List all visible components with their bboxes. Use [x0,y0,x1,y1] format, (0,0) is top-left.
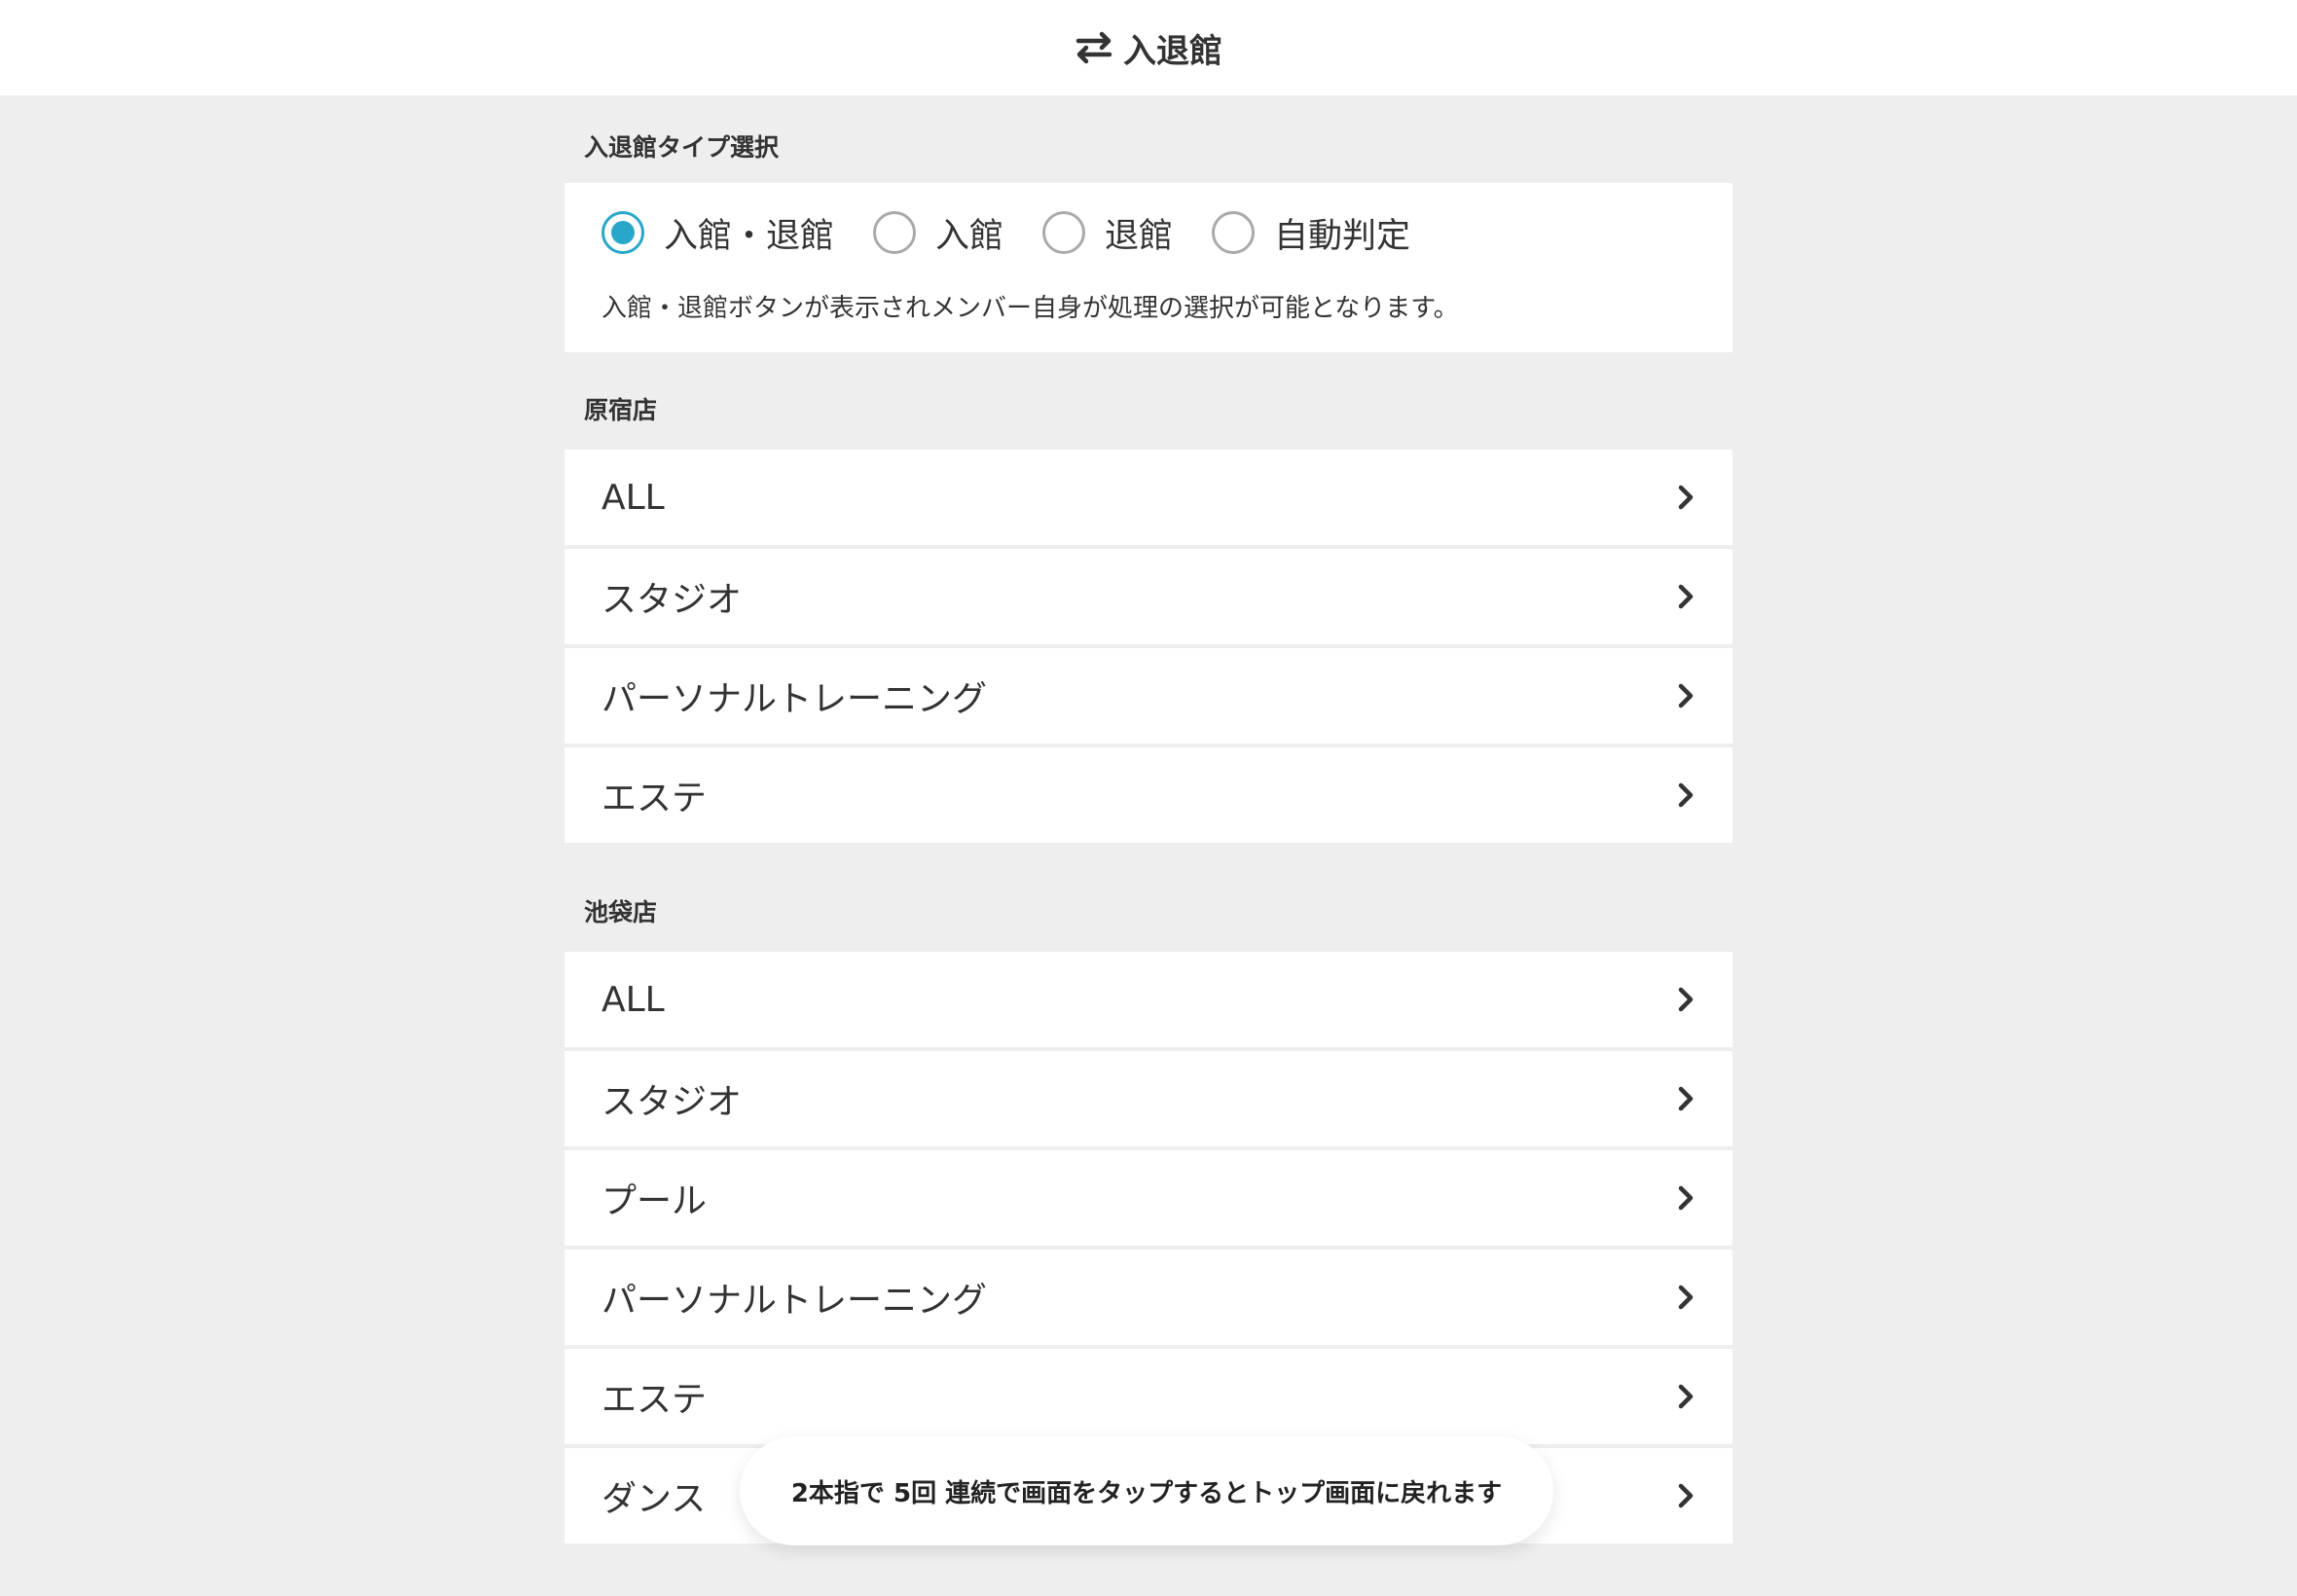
radio-label: 入館 [935,216,1004,256]
radio-option-entry[interactable]: 入館 [873,208,1003,258]
radio-dot [611,221,635,244]
chevron-right-icon [1676,1285,1695,1310]
radio-option-entry-exit[interactable]: 入館・退館 [602,208,834,258]
app-header: 入退館 [0,0,2297,95]
chevron-right-icon [1676,1483,1695,1508]
list-item[interactable]: スタジオ [565,1051,1732,1146]
radio-option-exit[interactable]: 退館 [1042,208,1173,258]
list-item-label: エステ [602,1380,708,1420]
store-list-harajuku: ALL スタジオ パーソナルトレーニング エステ [565,450,1732,843]
chevron-right-icon [1676,782,1695,808]
chevron-right-icon [1676,1086,1695,1111]
chevron-right-icon [1676,584,1695,609]
list-item-label: プール [602,1181,708,1221]
list-item-label: ALL [602,979,665,1020]
list-item[interactable]: パーソナルトレーニング [565,648,1732,744]
swap-arrows-icon [1075,31,1113,64]
chevron-right-icon [1676,1185,1695,1211]
list-item-label: スタジオ [602,1082,743,1122]
store-title-ikebukuro: 池袋店 [584,898,658,926]
main-content: 入退館タイプ選択 入館・退館 入館 退館 自動判定 入館・退館ボタンが表示されメ… [565,95,1732,1543]
radio-unchecked-icon[interactable] [1212,211,1256,254]
header-title-group: 入退館 [1075,24,1222,72]
store-title-harajuku: 原宿店 [584,396,658,424]
radio-unchecked-icon[interactable] [1042,211,1086,254]
type-selection-card: 入館・退館 入館 退館 自動判定 入館・退館ボタンが表示されメンバー自身が処理の… [565,183,1732,352]
radio-label: 自動判定 [1274,216,1411,256]
radio-label: 入館・退館 [664,216,835,256]
list-item[interactable]: エステ [565,747,1732,843]
tap-hint-toast: 2本指で 5回 連続で画面をタップするとトップ画面に戻れます [740,1436,1553,1545]
list-item-label: スタジオ [602,580,743,620]
list-item[interactable]: パーソナルトレーニング [565,1250,1732,1345]
list-item-label: パーソナルトレーニング [602,679,988,719]
list-item-label: ダンス [602,1479,707,1519]
chevron-right-icon [1676,485,1695,510]
list-item-label: エステ [602,779,708,818]
radio-checked-icon[interactable] [602,211,644,254]
list-item[interactable]: ALL [565,952,1732,1047]
list-item[interactable]: プール [565,1150,1732,1246]
list-item-label: パーソナルトレーニング [602,1281,988,1321]
radio-option-auto[interactable]: 自動判定 [1212,208,1410,258]
list-item[interactable]: エステ [565,1349,1732,1444]
chevron-right-icon [1676,683,1695,708]
list-item[interactable]: スタジオ [565,549,1732,644]
radio-unchecked-icon[interactable] [873,211,917,254]
page-title: 入退館 [1123,31,1222,71]
list-item[interactable]: ALL [565,450,1732,545]
radio-label: 退館 [1105,216,1174,256]
type-description: 入館・退館ボタンが表示されメンバー自身が処理の選択が可能となります。 [602,294,1459,323]
chevron-right-icon [1676,1384,1695,1409]
list-item-label: ALL [602,477,665,518]
type-selection-title: 入退館タイプ選択 [584,133,780,162]
chevron-right-icon [1676,987,1695,1012]
type-radio-group: 入館・退館 入館 退館 自動判定 [602,183,1695,280]
